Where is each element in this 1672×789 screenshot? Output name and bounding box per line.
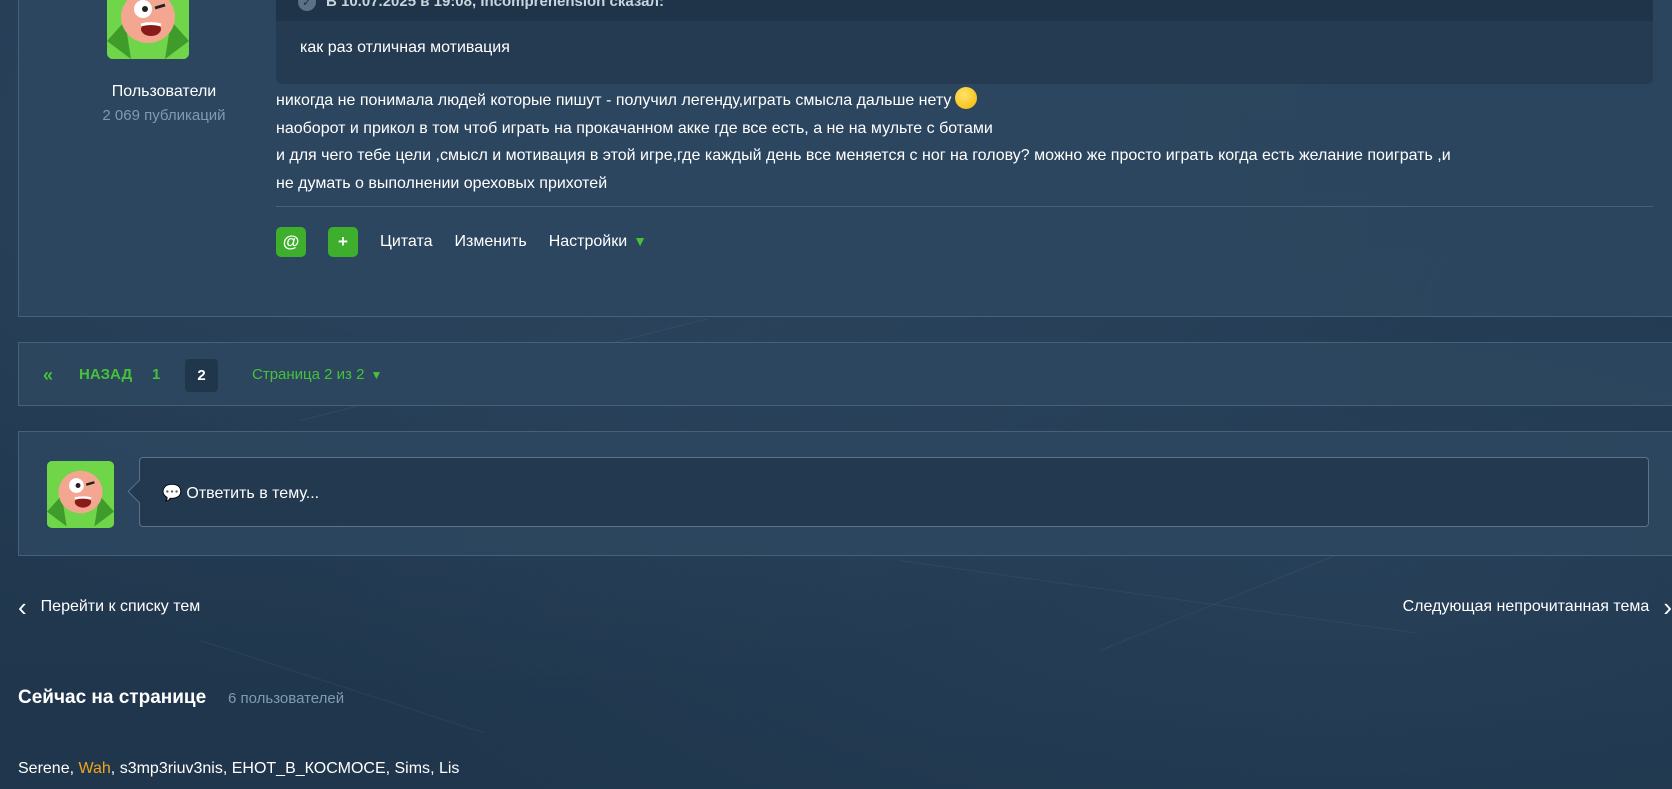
- author-post-count: 2 069 публикаций: [102, 107, 226, 124]
- prev-topics-link[interactable]: ‹ Перейти к списку тем: [18, 592, 201, 622]
- prev-topics-label: Перейти к списку тем: [40, 598, 201, 615]
- quote-button[interactable]: Цитата: [380, 233, 433, 251]
- check-icon: ✓: [298, 0, 316, 11]
- reply-placeholder: Ответить в тему...: [186, 485, 320, 502]
- page-1-link[interactable]: 1: [152, 343, 160, 407]
- next-unread-label: Следующая непрочитанная тема: [1402, 598, 1650, 615]
- chevron-left-icon: ‹: [18, 592, 27, 622]
- chevron-down-icon: ▼: [633, 233, 647, 249]
- mention-button[interactable]: @: [276, 227, 306, 257]
- online-user[interactable]: s3mp3riuv3nis: [120, 760, 223, 777]
- post-line: не думать о выполнении ореховых прихотей: [276, 174, 608, 192]
- online-title: Сейчас на странице: [18, 687, 207, 708]
- double-chevron-left-icon[interactable]: «: [43, 343, 53, 407]
- quote-header: ✓ В 10.07.2025 в 19:08, Incomprehension …: [276, 0, 1653, 21]
- post-line: и для чего тебе цели ,смысл и мотивация …: [276, 147, 1451, 164]
- pagination: « НАЗАД 1 2 Страница 2 из 2 ▼: [18, 342, 1672, 406]
- speech-bubble-icon: 💬: [162, 485, 182, 502]
- online-user[interactable]: ЕНОТ_В_КОСМОСЕ: [232, 760, 386, 777]
- online-count: 6 пользователей: [228, 690, 345, 707]
- online-user[interactable]: Lis: [439, 760, 459, 777]
- online-user[interactable]: Wah: [78, 760, 110, 777]
- reply-input[interactable]: 💬 Ответить в тему...: [139, 457, 1649, 527]
- online-user[interactable]: Serene: [18, 760, 70, 777]
- settings-label: Настройки: [548, 233, 628, 250]
- quote-header-text[interactable]: В 10.07.2025 в 19:08, Incomprehension ск…: [326, 0, 664, 10]
- quote-body: как раз отличная мотивация: [300, 39, 510, 56]
- pagination-back-button[interactable]: НАЗАД: [79, 343, 132, 407]
- author-group: Пользователи: [111, 83, 217, 100]
- reply-area: 💬 Ответить в тему...: [18, 431, 1672, 556]
- page-of-label: Страница 2 из 2: [252, 366, 365, 383]
- online-users-list: Serene, Wah, s3mp3riuv3nis, ЕНОТ_В_КОСМО…: [18, 760, 460, 777]
- author-avatar[interactable]: [107, 0, 189, 59]
- post: Пользователи 2 069 публикаций ✓ В 10.07.…: [18, 0, 1672, 317]
- user-avatar[interactable]: [47, 461, 114, 528]
- page-2-current[interactable]: 2: [185, 359, 218, 392]
- post-divider: [276, 206, 1653, 207]
- chevron-down-icon: ▼: [370, 368, 383, 382]
- edit-button[interactable]: Изменить: [455, 233, 527, 251]
- thinking-emoji-icon: [955, 87, 978, 109]
- post-line: никогда не понимала людей которые пишут …: [276, 87, 1646, 115]
- multiquote-button[interactable]: +: [328, 227, 358, 257]
- page-jump-menu[interactable]: Страница 2 из 2 ▼: [252, 343, 382, 407]
- post-content: никогда не понимала людей которые пишут …: [276, 87, 1646, 197]
- next-unread-link[interactable]: Следующая непрочитанная тема ›: [1402, 592, 1672, 622]
- quote-block: ✓ В 10.07.2025 в 19:08, Incomprehension …: [276, 0, 1653, 84]
- settings-menu[interactable]: Настройки ▼: [549, 233, 647, 251]
- post-actions: @ + Цитата Изменить Настройки ▼: [276, 227, 647, 257]
- online-user[interactable]: Sims: [395, 760, 431, 777]
- chevron-right-icon: ›: [1663, 592, 1672, 622]
- post-line: наоборот и прикол в том чтоб играть на п…: [276, 119, 993, 137]
